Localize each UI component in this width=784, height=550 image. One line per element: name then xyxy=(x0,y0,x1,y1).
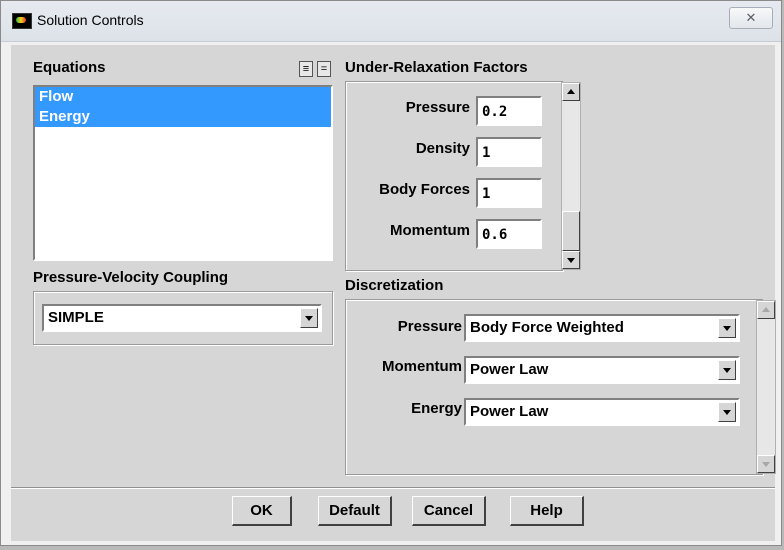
select-all-icon[interactable]: ≡ xyxy=(299,61,313,77)
pvc-group: SIMPLE xyxy=(33,291,333,345)
discretization-label: Discretization xyxy=(345,277,444,294)
urf-group: Pressure 0.2 Density 1 Body Forces 1 Mom… xyxy=(345,81,581,271)
urf-label: Under-Relaxation Factors xyxy=(345,59,528,76)
urf-body-forces-input[interactable]: 1 xyxy=(476,178,542,208)
discretization-group: Pressure Body Force Weighted Momentum Po… xyxy=(345,299,776,475)
chevron-down-icon[interactable] xyxy=(718,402,736,422)
cancel-button[interactable]: Cancel xyxy=(412,496,486,526)
disc-pressure-value: Body Force Weighted xyxy=(470,319,624,336)
urf-body-forces-label: Body Forces xyxy=(379,181,470,198)
urf-pressure-input[interactable]: 0.2 xyxy=(476,96,542,126)
chevron-down-icon[interactable] xyxy=(300,308,318,328)
close-icon: ✕ xyxy=(745,10,757,25)
deselect-all-icon[interactable]: = xyxy=(317,61,331,77)
equations-listbox[interactable]: Flow Energy xyxy=(33,85,333,261)
urf-pressure-label: Pressure xyxy=(405,99,470,116)
disc-scrollbar[interactable] xyxy=(756,300,776,474)
urf-density-label: Density xyxy=(415,140,470,157)
disc-pressure-label: Pressure xyxy=(397,318,462,335)
scroll-thumb[interactable] xyxy=(562,211,580,251)
window-title: Solution Controls xyxy=(37,12,144,28)
scroll-down-icon[interactable] xyxy=(562,251,580,269)
solution-controls-window: Solution Controls ✕ Equations ≡ = Flow E… xyxy=(0,0,782,546)
chevron-down-icon[interactable] xyxy=(718,360,736,380)
scroll-up-icon[interactable] xyxy=(562,83,580,101)
fluent-app-icon xyxy=(12,13,32,29)
equations-label: Equations xyxy=(33,59,106,76)
disc-pressure-select[interactable]: Body Force Weighted xyxy=(464,314,740,342)
disc-energy-label: Energy xyxy=(411,400,462,417)
title-bar[interactable]: Solution Controls ✕ xyxy=(1,1,781,42)
disc-energy-value: Power Law xyxy=(470,403,549,420)
disc-momentum-select[interactable]: Power Law xyxy=(464,356,740,384)
chevron-down-icon[interactable] xyxy=(718,318,736,338)
disc-momentum-value: Power Law xyxy=(470,361,549,378)
help-button[interactable]: Help xyxy=(510,496,584,526)
button-separator xyxy=(11,487,775,489)
ok-button[interactable]: OK xyxy=(232,496,292,526)
dialog-body: Equations ≡ = Flow Energy Pressure-Veloc… xyxy=(11,45,776,541)
disc-momentum-label: Momentum xyxy=(382,358,462,375)
pvc-select[interactable]: SIMPLE xyxy=(42,304,322,332)
pvc-label: Pressure-Velocity Coupling xyxy=(33,269,229,286)
pvc-value: SIMPLE xyxy=(48,309,104,326)
urf-scrollbar[interactable] xyxy=(561,82,581,270)
default-button[interactable]: Default xyxy=(318,496,392,526)
urf-density-input[interactable]: 1 xyxy=(476,137,542,167)
list-item-flow[interactable]: Flow xyxy=(35,87,331,107)
urf-momentum-label: Momentum xyxy=(390,222,470,239)
close-button[interactable]: ✕ xyxy=(729,7,773,29)
list-item-energy[interactable]: Energy xyxy=(35,107,331,127)
disc-energy-select[interactable]: Power Law xyxy=(464,398,740,426)
scroll-up-icon[interactable] xyxy=(757,301,775,319)
urf-momentum-input[interactable]: 0.6 xyxy=(476,219,542,249)
scroll-down-icon[interactable] xyxy=(757,455,775,473)
